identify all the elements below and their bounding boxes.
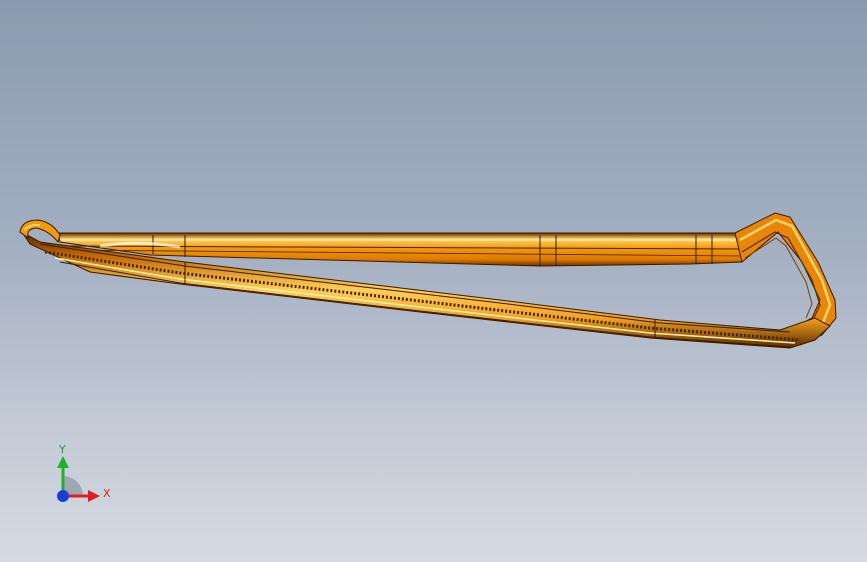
y-axis-label: Y bbox=[59, 443, 66, 456]
graphics-viewport[interactable]: Y X bbox=[0, 0, 867, 562]
axis-triad: Y X bbox=[48, 440, 118, 510]
x-axis-label: X bbox=[103, 487, 111, 500]
3d-model[interactable] bbox=[0, 0, 867, 562]
